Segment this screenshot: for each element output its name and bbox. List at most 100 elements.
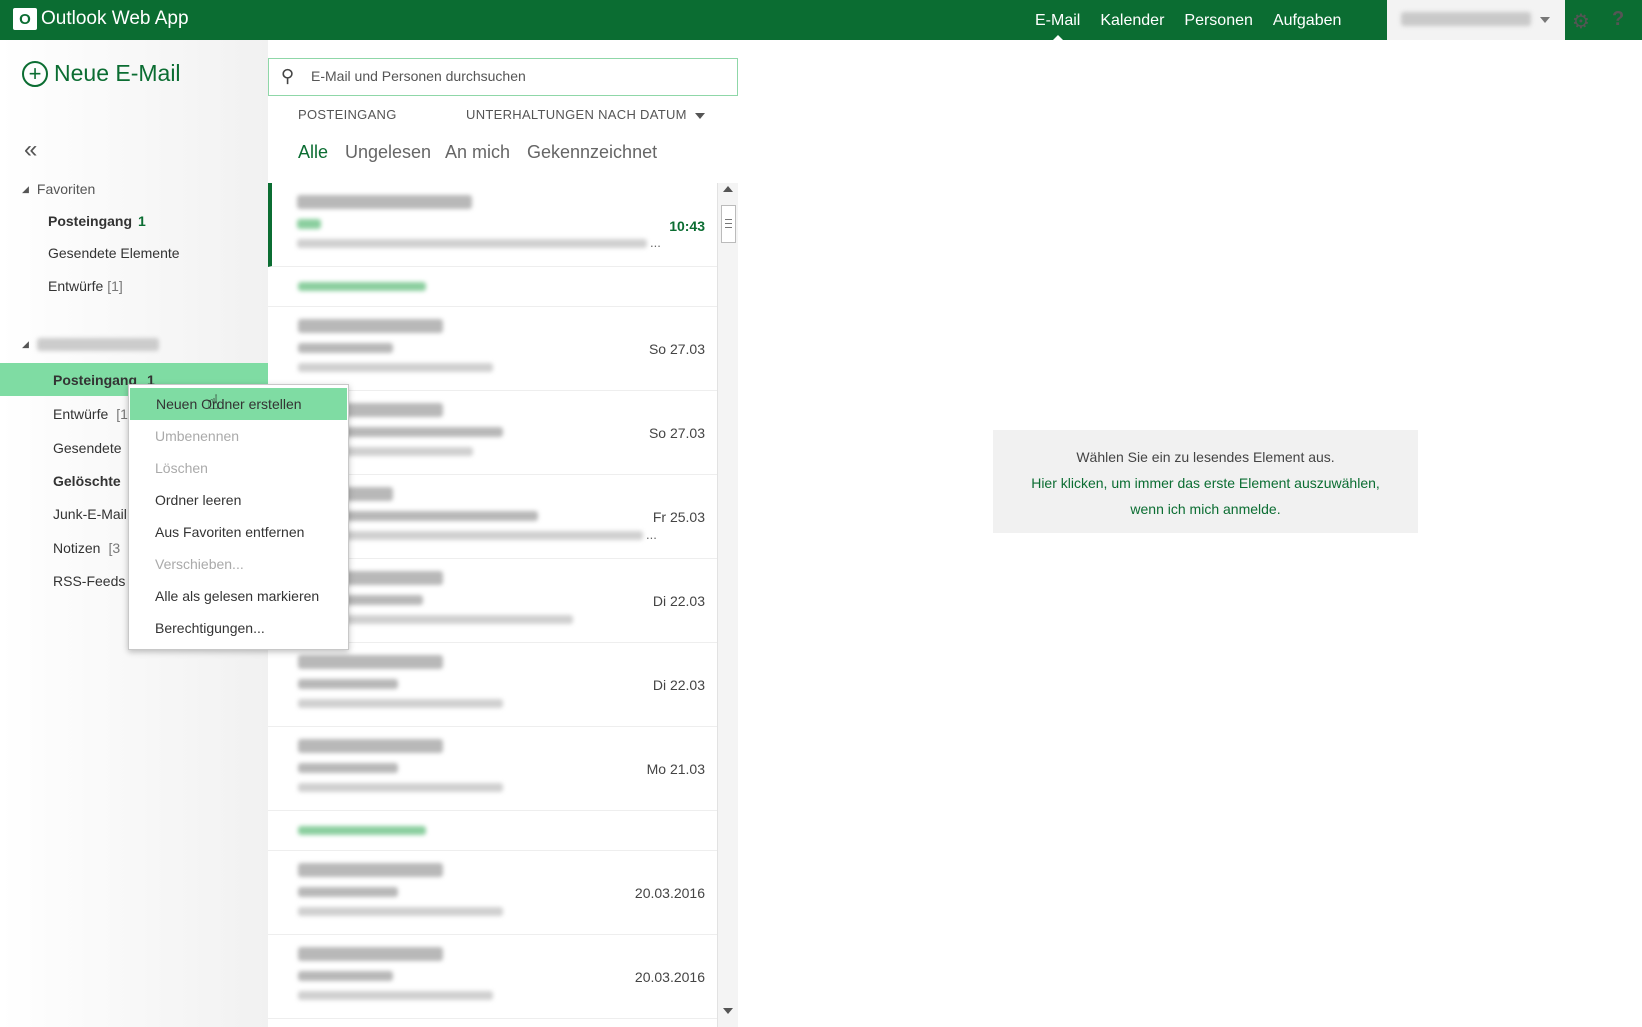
folder-rss[interactable]: RSS-Feeds xyxy=(53,573,125,589)
menu-mark-all-read[interactable]: Alle als gelesen markieren xyxy=(129,580,348,612)
new-mail-button[interactable]: + Neue E-Mail xyxy=(22,60,181,87)
item-count: [3 xyxy=(108,540,121,556)
search-icon: ⚲ xyxy=(281,66,295,86)
message-date: Mo 21.03 xyxy=(646,761,705,777)
menu-remove-from-favorites[interactable]: Aus Favoriten entfernen xyxy=(129,516,348,548)
unread-count: 1 xyxy=(138,213,146,229)
message-row[interactable]: 20.03.2016 xyxy=(268,935,717,1019)
subject-redacted xyxy=(298,887,398,897)
message-date: So 27.03 xyxy=(648,341,705,357)
search-box[interactable]: ⚲ xyxy=(268,58,738,96)
favorite-folder-sent[interactable]: Gesendete Elemente xyxy=(48,245,180,261)
folder-deleted[interactable]: Gelöschte xyxy=(53,473,121,489)
preview-ellipsis: ... xyxy=(650,235,661,250)
folder-label: RSS-Feeds xyxy=(53,573,126,589)
help-icon[interactable]: ? xyxy=(1612,8,1624,31)
menu-rename: Umbenennen xyxy=(155,428,240,444)
grip-line xyxy=(725,223,732,224)
menu-new-folder[interactable]: Neuen Ordner erstellen xyxy=(130,388,347,420)
sort-dropdown[interactable]: UNTERHALTUNGEN NACH DATUM xyxy=(466,107,687,122)
collapse-pane-icon[interactable]: « xyxy=(24,136,37,164)
user-menu[interactable] xyxy=(1387,0,1565,40)
chevron-down-icon xyxy=(1540,17,1550,23)
app-title: Outlook Web App xyxy=(41,8,189,29)
menu-empty-folder[interactable]: Ordner leeren xyxy=(129,484,348,516)
nav-tasks[interactable]: Aufgaben xyxy=(1273,0,1342,40)
group-label-redacted xyxy=(298,826,426,835)
preview-redacted xyxy=(298,907,503,916)
message-row[interactable]: 20.03.2016 xyxy=(268,851,717,935)
top-navigation: E-Mail Kalender Personen Aufgaben xyxy=(1035,0,1341,40)
reading-hint-text: Wählen Sie ein zu lesendes Element aus. xyxy=(1076,449,1335,465)
auto-select-first-link-continued[interactable]: wenn ich mich anmelde. xyxy=(993,496,1418,522)
reading-pane-hint: Wählen Sie ein zu lesendes Element aus. … xyxy=(993,430,1418,533)
preview-ellipsis: ... xyxy=(646,527,657,542)
plus-circle-icon: + xyxy=(22,60,48,87)
message-date: So 27.03 xyxy=(648,425,705,441)
message-date: 10:43 xyxy=(669,218,705,234)
nav-calendar[interactable]: Kalender xyxy=(1100,0,1164,40)
nav-email[interactable]: E-Mail xyxy=(1035,0,1080,40)
folder-sent[interactable]: Gesendete xyxy=(53,440,122,456)
message-date: Di 22.03 xyxy=(652,593,705,609)
message-list-scrollbar[interactable] xyxy=(717,183,738,1027)
message-date: Di 22.03 xyxy=(652,677,705,693)
sender-redacted xyxy=(298,947,443,961)
filter-unread[interactable]: Ungelesen xyxy=(345,142,431,163)
folder-label: Entwürfe xyxy=(53,406,109,422)
folder-label: Posteingang xyxy=(48,213,133,229)
favorites-label: Favoriten xyxy=(36,181,96,197)
favorite-folder-inbox[interactable]: Posteingang 1 xyxy=(48,213,146,229)
message-row[interactable]: Di 22.03 xyxy=(268,643,717,727)
menu-permissions[interactable]: Berechtigungen... xyxy=(129,612,348,644)
filter-flagged[interactable]: Gekennzeichnet xyxy=(527,142,657,163)
user-name-redacted xyxy=(1401,12,1531,26)
preview-redacted xyxy=(298,363,493,372)
message-row[interactable]: So 27.03 xyxy=(268,307,717,391)
folder-notes[interactable]: Notizen [3 xyxy=(53,540,120,556)
filter-to-me[interactable]: An mich xyxy=(445,142,510,163)
folder-junk[interactable]: Junk-E-Mail xyxy=(53,506,127,522)
preview-redacted xyxy=(298,531,643,540)
expand-triangle-icon: ◢ xyxy=(22,183,29,194)
new-mail-label: Neue E-Mail xyxy=(54,60,181,86)
preview-redacted xyxy=(298,783,503,792)
subject-redacted xyxy=(297,219,321,229)
message-row[interactable]: ... 10:43 xyxy=(268,183,717,267)
scroll-up-arrow-icon[interactable] xyxy=(723,186,733,192)
message-date: Fr 25.03 xyxy=(652,509,705,525)
sender-redacted xyxy=(298,863,443,877)
app-logo[interactable]: O Outlook Web App xyxy=(13,8,189,30)
sender-redacted xyxy=(298,319,443,333)
preview-redacted xyxy=(298,699,503,708)
folder-label: Junk-E-Mail xyxy=(53,506,127,522)
search-input[interactable] xyxy=(311,68,711,84)
group-header xyxy=(268,811,717,851)
grip-line xyxy=(725,219,732,220)
sender-redacted xyxy=(298,739,443,753)
favorites-header[interactable]: ◢ Favoriten xyxy=(22,181,95,197)
auto-select-first-link[interactable]: Hier klicken, um immer das erste Element… xyxy=(993,470,1418,496)
preview-redacted xyxy=(297,239,647,248)
scroll-down-arrow-icon[interactable] xyxy=(723,1008,733,1014)
folder-label: Entwürfe xyxy=(48,278,104,294)
gear-icon[interactable]: ⚙ xyxy=(1572,9,1590,34)
subject-redacted xyxy=(298,679,398,689)
scroll-thumb[interactable] xyxy=(721,205,736,243)
item-count: [1 xyxy=(116,406,128,422)
menu-move: Verschieben... xyxy=(155,556,244,572)
sender-redacted xyxy=(297,195,472,209)
nav-people[interactable]: Personen xyxy=(1184,0,1253,40)
favorite-folder-drafts[interactable]: Entwürfe [1] xyxy=(48,278,123,294)
message-row[interactable]: Mo 21.03 xyxy=(268,727,717,811)
filter-all[interactable]: Alle xyxy=(298,142,328,163)
account-name-redacted xyxy=(36,338,159,351)
subject-redacted xyxy=(298,763,398,773)
folder-label: Notizen xyxy=(53,540,101,556)
folder-label: Posteingang xyxy=(53,372,138,388)
account-header[interactable]: ◢ xyxy=(22,338,159,351)
chevron-down-icon[interactable] xyxy=(695,113,705,119)
folder-label: Gesendete xyxy=(53,440,122,456)
menu-delete: Löschen xyxy=(155,460,208,476)
folder-drafts[interactable]: Entwürfe [1 xyxy=(53,406,128,422)
